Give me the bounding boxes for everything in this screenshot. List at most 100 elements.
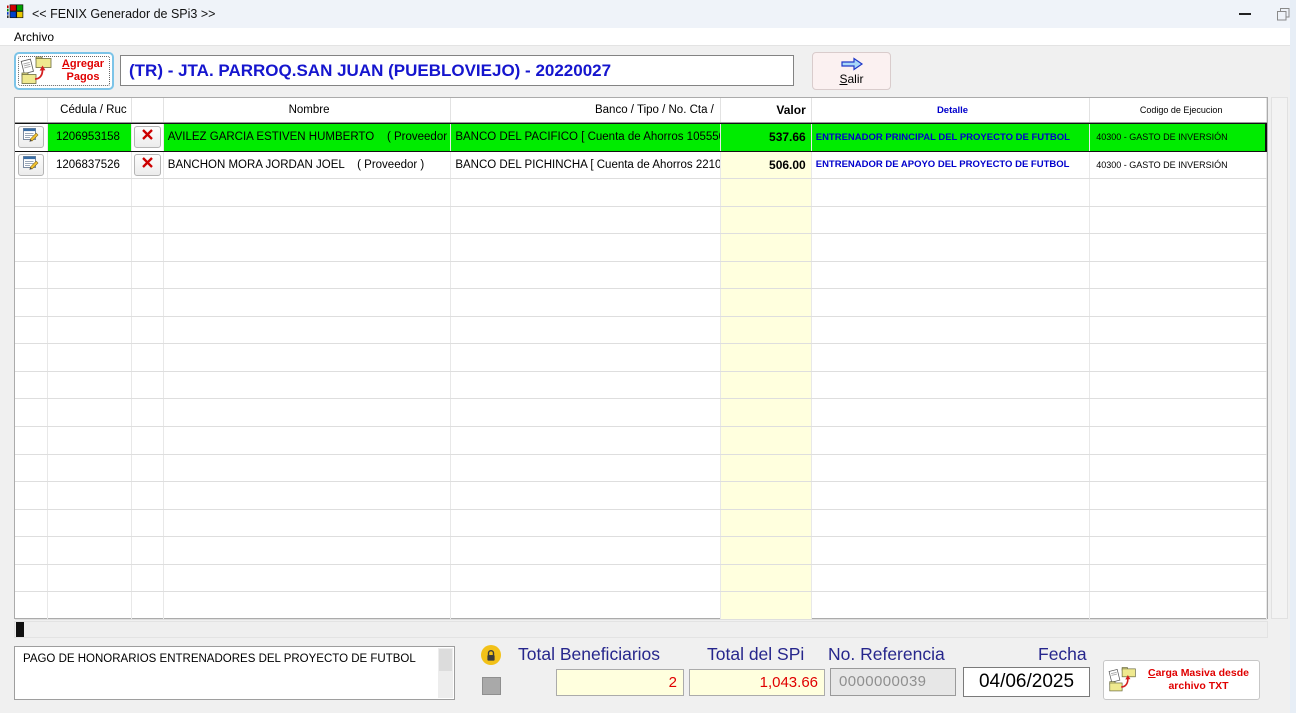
cell-codigo [1090, 234, 1267, 261]
table-row[interactable] [15, 454, 1267, 483]
cell-valor [720, 316, 812, 344]
cell-banco: BANCO DEL PICHINCHA [ Cuenta de Ahorros … [451, 151, 721, 179]
table-row[interactable] [15, 289, 1267, 317]
cell-valor [720, 371, 812, 399]
table-body: 1206953158 AVILEZ GARCIA ESTIVEN HUMBERTO… [15, 123, 1267, 620]
cell-edit-action [15, 371, 48, 399]
cell-nombre [164, 482, 452, 509]
title-bar: << FENIX Generador de SPi3 >> [0, 0, 1296, 28]
cell-nombre [164, 399, 452, 427]
minimize-button[interactable] [1228, 0, 1262, 28]
cell-detalle [812, 179, 1091, 206]
cell-valor [720, 537, 812, 564]
spi-title-field[interactable]: (TR) - JTA. PARROQ.SAN JUAN (PUEBLOVIEJO… [120, 55, 794, 86]
table-row[interactable] [15, 509, 1267, 538]
payments-table: Cédula / Ruc Nombre Banco / Tipo / No. Cta… [14, 97, 1268, 620]
cell-valor [720, 482, 812, 509]
cell-nombre [164, 179, 452, 206]
cell-delete-action [132, 206, 164, 234]
menu-item-archivo[interactable]: Archivo [10, 29, 58, 45]
column-header-del [132, 98, 164, 122]
cell-banco [451, 427, 721, 454]
cell-cedula [48, 371, 132, 399]
cell-nombre [164, 509, 452, 537]
delete-row-button[interactable] [133, 153, 161, 176]
descripcion-scrollbar[interactable] [438, 648, 453, 698]
cell-nombre [164, 261, 452, 289]
table-row[interactable] [15, 537, 1267, 565]
cell-edit-action [15, 261, 48, 289]
edit-row-button[interactable] [17, 153, 44, 176]
cell-codigo [1090, 371, 1267, 399]
cell-delete-action [132, 371, 164, 399]
gray-square-button[interactable] [482, 677, 501, 695]
table-vertical-scrollbar[interactable] [1271, 97, 1288, 619]
descripcion-textarea[interactable]: PAGO DE HONORARIOS ENTRENADORES DEL PROY… [14, 646, 455, 700]
cell-edit-action [15, 124, 48, 151]
cell-detalle [812, 344, 1091, 371]
cell-edit-action [15, 509, 48, 537]
cell-delete-action [132, 234, 164, 261]
cell-delete-action [132, 482, 164, 509]
cell-delete-action [132, 261, 164, 289]
cell-edit-action [15, 179, 48, 206]
carga-masiva-button[interactable]: Carga Masiva desde archivo TXT [1103, 660, 1260, 700]
cell-valor [720, 261, 812, 289]
table-row[interactable]: 1206837526 BANCHON MORA JORDAN JOEL ( Pro… [15, 151, 1267, 180]
cell-valor [720, 564, 812, 592]
table-row[interactable] [15, 427, 1267, 455]
table-row[interactable]: 1206953158 AVILEZ GARCIA ESTIVEN HUMBERTO… [15, 123, 1267, 152]
cell-nombre [164, 289, 452, 316]
cell-valor [720, 399, 812, 427]
table-row[interactable] [15, 564, 1267, 593]
cell-cedula [48, 344, 132, 371]
column-header-detalle: Detalle [812, 98, 1091, 122]
cell-codigo [1090, 454, 1267, 482]
table-row[interactable] [15, 206, 1267, 235]
table-row[interactable] [15, 234, 1267, 262]
cell-delete-action [132, 289, 164, 316]
total-beneficiarios-value: 2 [556, 669, 684, 696]
add-payments-folder-icon [20, 55, 54, 88]
agregar-pagos-label: Agregar Pagos [61, 58, 105, 83]
column-header-cedula: Cédula / Ruc [48, 98, 132, 122]
fecha-field[interactable]: 04/06/2025 [963, 667, 1090, 697]
table-row[interactable] [15, 261, 1267, 290]
table-row[interactable] [15, 592, 1267, 620]
cell-banco [451, 371, 721, 399]
cell-cedula [48, 399, 132, 427]
column-header-banco: Banco / Tipo / No. Cta / [451, 98, 721, 122]
cell-delete-action [132, 344, 164, 371]
cell-valor [720, 454, 812, 482]
table-row[interactable] [15, 179, 1267, 207]
delete-row-button[interactable] [133, 126, 161, 149]
cell-banco [451, 234, 721, 261]
edit-form-icon [22, 127, 39, 147]
horizontal-scrollbar-thumb[interactable] [16, 622, 24, 637]
edit-row-button[interactable] [17, 126, 44, 149]
cell-codigo [1090, 509, 1267, 537]
table-row[interactable] [15, 316, 1267, 345]
cell-valor: 537.66 [720, 124, 812, 151]
cell-codigo [1090, 564, 1267, 592]
table-row[interactable] [15, 371, 1267, 400]
cell-cedula [48, 509, 132, 537]
cell-codigo [1090, 179, 1267, 206]
cell-detalle [812, 261, 1091, 289]
cell-banco [451, 592, 721, 619]
agregar-pagos-button[interactable]: Agregar Pagos [14, 52, 114, 90]
cell-detalle [812, 399, 1091, 427]
cell-cedula: 1206953158 [47, 124, 132, 151]
cell-codigo [1090, 427, 1267, 454]
lock-icon[interactable] [481, 645, 501, 665]
cell-codigo [1090, 206, 1267, 234]
descripcion-scrollbar-thumb[interactable] [439, 649, 452, 671]
cell-banco: BANCO DEL PACIFICO [ Cuenta de Ahorros 1… [451, 124, 721, 151]
salir-button[interactable]: Salir [812, 52, 891, 90]
table-row[interactable] [15, 399, 1267, 428]
cell-detalle [812, 289, 1091, 316]
table-row[interactable] [15, 344, 1267, 372]
table-horizontal-scrollbar[interactable] [14, 621, 1268, 638]
table-row[interactable] [15, 482, 1267, 510]
cell-delete-action [132, 454, 164, 482]
